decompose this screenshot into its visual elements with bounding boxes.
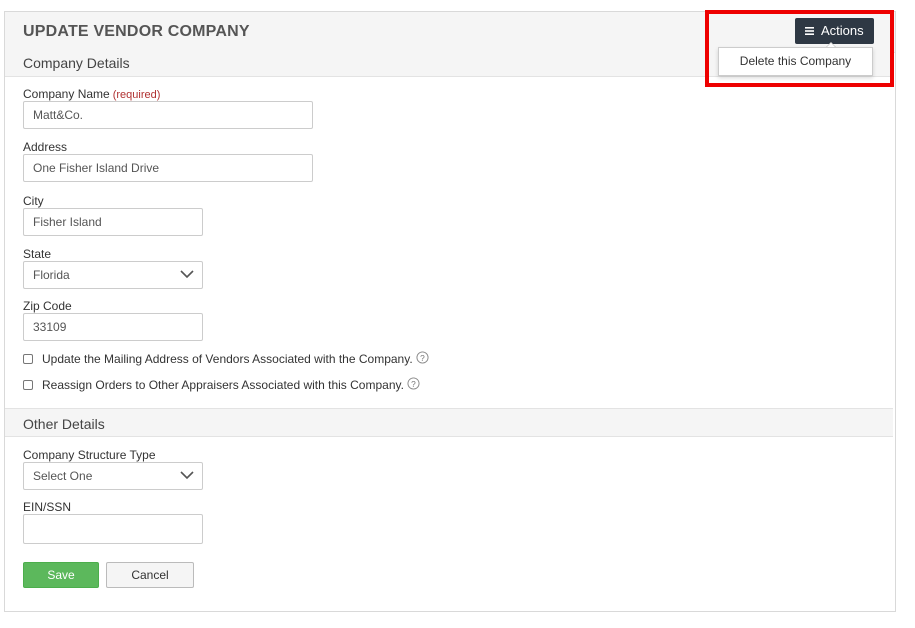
zip-label: Zip Code xyxy=(23,299,72,313)
update-mailing-address-label: Update the Mailing Address of Vendors As… xyxy=(42,352,413,366)
reassign-orders-checkbox[interactable] xyxy=(23,380,33,390)
update-mailing-address-row: Update the Mailing Address of Vendors As… xyxy=(23,350,429,366)
structure-type-select[interactable]: Select One xyxy=(23,462,203,490)
chevron-down-icon xyxy=(180,471,194,480)
company-name-label: Company Name (required) xyxy=(23,87,160,101)
city-value: Fisher Island xyxy=(33,215,102,229)
ein-label: EIN/SSN xyxy=(23,500,72,514)
zip-value: 33109 xyxy=(33,320,67,334)
svg-text:?: ? xyxy=(420,352,425,362)
section-title: Company Details xyxy=(23,55,130,71)
state-value: Florida xyxy=(33,268,70,282)
section-title: Other Details xyxy=(23,416,105,432)
city-label: City xyxy=(23,194,44,208)
update-mailing-address-checkbox[interactable] xyxy=(23,354,33,364)
reassign-orders-label: Reassign Orders to Other Appraisers Asso… xyxy=(42,378,404,392)
company-name-input[interactable]: Matt&Co. xyxy=(23,101,313,129)
structure-type-label: Company Structure Type xyxy=(23,448,156,462)
address-label: Address xyxy=(23,140,68,154)
page-title: UPDATE VENDOR COMPANY xyxy=(23,23,250,40)
highlight-annotation-box xyxy=(705,10,894,87)
reassign-orders-row: Reassign Orders to Other Appraisers Asso… xyxy=(23,376,420,392)
company-name-label-text: Company Name xyxy=(23,87,110,101)
structure-type-value: Select One xyxy=(33,469,93,483)
help-icon[interactable]: ? xyxy=(407,376,420,390)
svg-text:?: ? xyxy=(411,378,416,388)
address-value: One Fisher Island Drive xyxy=(33,161,160,175)
address-input[interactable]: One Fisher Island Drive xyxy=(23,154,313,182)
cancel-button[interactable]: Cancel xyxy=(106,562,194,588)
zip-input[interactable]: 33109 xyxy=(23,313,203,341)
company-name-value: Matt&Co. xyxy=(33,108,84,122)
city-input[interactable]: Fisher Island xyxy=(23,208,203,236)
section-other-details: Other Details xyxy=(5,408,893,437)
chevron-down-icon xyxy=(180,270,194,279)
help-icon[interactable]: ? xyxy=(416,350,429,364)
required-label: (required) xyxy=(112,89,161,101)
state-select[interactable]: Florida xyxy=(23,261,203,289)
ein-input[interactable] xyxy=(23,514,203,544)
state-label: State xyxy=(23,247,52,261)
save-button[interactable]: Save xyxy=(23,562,99,588)
